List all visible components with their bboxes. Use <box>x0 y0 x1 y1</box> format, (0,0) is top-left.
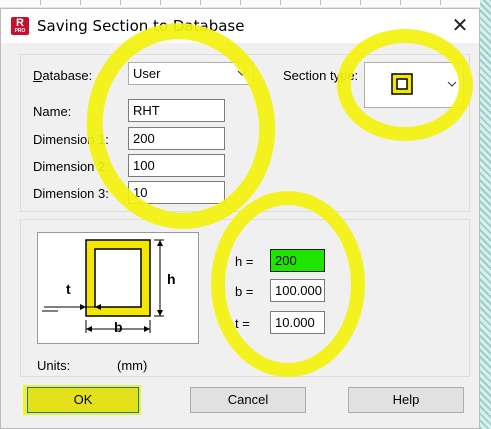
highlight-circle-properties <box>211 191 365 377</box>
cancel-button[interactable]: Cancel <box>190 387 306 413</box>
diagram-t-label: t <box>66 281 71 297</box>
diagram-b-label: b <box>114 319 123 335</box>
saving-section-dialog: R PRO Saving Section to Database ✕ Datab… <box>0 8 480 429</box>
database-label: Database: <box>33 68 93 83</box>
ok-button[interactable]: OK <box>27 387 139 413</box>
units-value: (mm) <box>117 358 148 373</box>
help-button[interactable]: Help <box>348 387 464 413</box>
units-label: Units: <box>37 358 71 373</box>
close-icon[interactable]: ✕ <box>447 13 473 39</box>
highlight-circle-section-type <box>337 29 473 141</box>
section-diagram: t h b <box>37 232 199 344</box>
name-label: Name: <box>33 104 72 119</box>
diagram-h-label: h <box>167 271 176 287</box>
dimension-3-label: Dimension 3: <box>33 186 109 201</box>
app-icon: R PRO <box>11 17 29 35</box>
app-icon-sub: PRO <box>14 28 26 34</box>
background-strip <box>480 0 491 429</box>
background-ruler <box>0 0 491 8</box>
